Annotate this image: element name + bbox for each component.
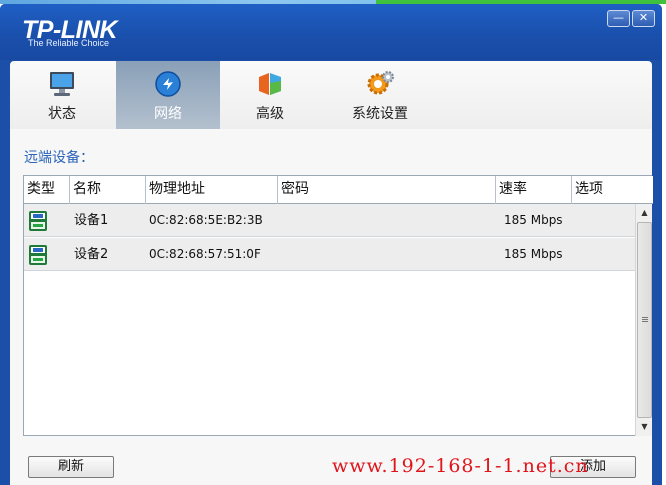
advanced-cube-icon — [259, 73, 281, 95]
device-name: 设备1 — [74, 213, 109, 228]
tab-advanced[interactable]: 高级 — [218, 61, 322, 129]
tab-status-label: 状态 — [48, 106, 76, 122]
table-row[interactable]: 设备2 0C:82:68:57:51:0F 185 Mbps — [24, 238, 635, 271]
column-header-name[interactable]: 名称 — [70, 176, 146, 204]
tab-network[interactable]: 网络 — [116, 61, 220, 129]
device-mac: 0C:82:68:57:51:0F — [149, 247, 261, 261]
tab-network-label: 网络 — [154, 106, 182, 122]
scrollbar-thumb[interactable] — [637, 222, 652, 418]
table-header: 类型 名称 物理地址 密码 速率 选项 — [24, 176, 653, 204]
close-button[interactable]: ✕ — [632, 10, 655, 27]
column-header-options[interactable]: 选项 — [572, 176, 653, 204]
site-watermark: www.192-168-1-1.net.cn — [332, 455, 589, 477]
column-header-type[interactable]: 类型 — [24, 176, 70, 204]
tab-status[interactable]: 状态 — [10, 61, 114, 129]
gear-icon — [367, 71, 394, 95]
device-mac: 0C:82:68:5E:B2:3B — [149, 213, 263, 227]
tab-advanced-label: 高级 — [256, 106, 284, 122]
powerline-adapter-icon — [29, 211, 47, 231]
tab-system-settings[interactable]: 系统设置 — [326, 61, 434, 129]
scroll-down-arrow-icon[interactable]: ▼ — [636, 418, 653, 435]
network-globe-icon — [155, 71, 181, 97]
scroll-up-arrow-icon[interactable]: ▲ — [636, 204, 653, 221]
section-title: 远端设备： — [24, 150, 94, 166]
monitor-icon — [50, 72, 74, 96]
powerline-adapter-icon — [29, 245, 47, 265]
column-header-mac[interactable]: 物理地址 — [146, 176, 278, 204]
device-name: 设备2 — [74, 247, 109, 262]
column-header-password[interactable]: 密码 — [278, 176, 496, 204]
minimize-button[interactable]: — — [607, 10, 630, 27]
table-scrollbar[interactable]: ▲ ▼ — [635, 204, 652, 436]
refresh-button[interactable]: 刷新 — [28, 456, 114, 478]
column-header-rate[interactable]: 速率 — [496, 176, 572, 204]
brand-tagline: The Reliable Choice — [28, 38, 110, 48]
device-rate: 185 Mbps — [504, 247, 563, 261]
main-tab-bar: 状态 网络 高级 系统设置 — [10, 61, 652, 129]
network-panel: 远端设备： 类型 名称 物理地址 密码 速率 选项 设备1 0C:82:68:5… — [10, 129, 653, 485]
app-window: TP-LINK The Reliable Choice — ✕ 状态 网络 高级… — [0, 4, 662, 485]
table-row[interactable]: 设备1 0C:82:68:5E:B2:3B 185 Mbps — [24, 204, 635, 237]
title-bar: TP-LINK The Reliable Choice — ✕ — [0, 4, 662, 60]
remote-devices-table: 类型 名称 物理地址 密码 速率 选项 设备1 0C:82:68:5E:B2:3… — [23, 175, 653, 436]
scrollbar-grip-icon — [642, 317, 648, 318]
tab-system-settings-label: 系统设置 — [352, 106, 408, 122]
device-rate: 185 Mbps — [504, 213, 563, 227]
